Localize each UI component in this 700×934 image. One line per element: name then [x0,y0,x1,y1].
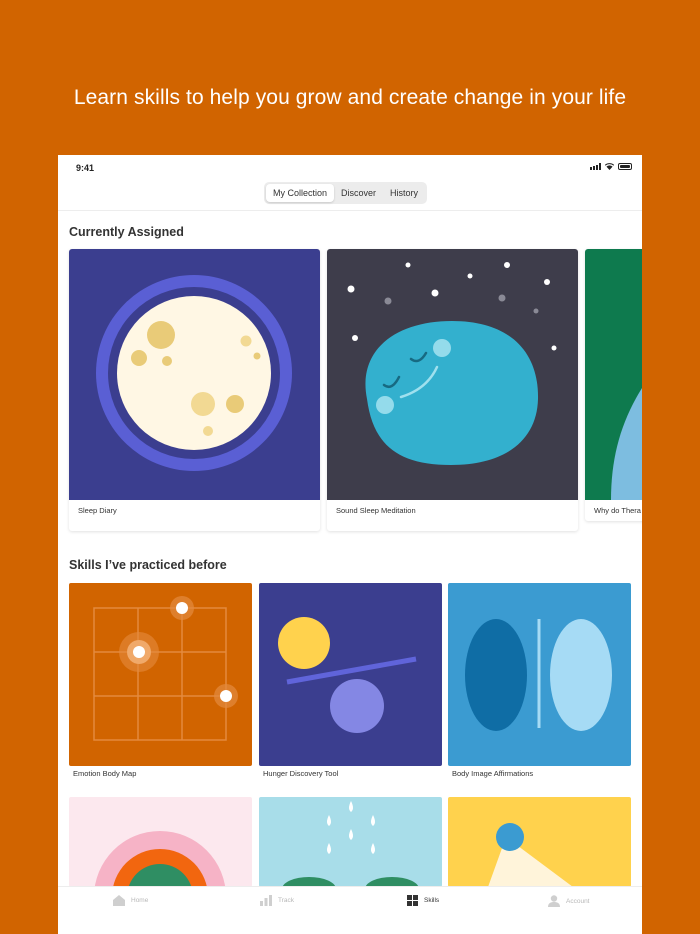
card-sound-sleep-meditation[interactable]: Sound Sleep Meditation [327,249,578,531]
skill-hunger-discovery-tool[interactable]: Hunger Discovery Tool [259,583,442,783]
rainbow-illustration [69,797,252,887]
tab-history[interactable]: History [383,184,425,202]
tab-my-collection[interactable]: My Collection [266,184,335,202]
tab-home[interactable]: Home [113,895,148,906]
skill-card[interactable] [69,797,252,887]
card-label: Sleep Diary [78,506,117,515]
therapy-illustration [585,249,642,500]
rain-illustration [259,797,442,887]
tab-label: Account [566,897,590,905]
battery-icon [618,163,632,170]
card-label: Why do Thera [594,506,641,515]
skill-label: Hunger Discovery Tool [263,769,339,778]
tab-label: Home [131,897,149,904]
mirror-illustration [448,583,631,766]
card-sleep-diary[interactable]: Sleep Diary [69,249,320,531]
tab-skills[interactable]: Skills [407,895,439,906]
skill-label: Emotion Body Map [73,769,137,778]
signal-icon [590,163,601,170]
balance-illustration [259,583,442,766]
tab-label: Skills [424,897,440,904]
skill-card[interactable] [448,797,631,887]
section-title-assigned: Currently Assigned [69,225,184,239]
wifi-icon [605,163,614,170]
card-why-do-therapy[interactable]: Why do Thera [585,249,642,521]
person-icon [548,895,560,907]
home-icon [113,895,125,906]
tab-discover[interactable]: Discover [334,184,383,202]
skill-card[interactable] [259,797,442,887]
tab-account[interactable]: Account [548,895,590,907]
app-screen: 9:41 My Collection Discover History Curr… [58,155,642,934]
sleeping-blob-illustration [327,249,578,500]
collection-segmented-control: My Collection Discover History [264,182,428,204]
status-bar: 9:41 [58,155,642,181]
status-time: 9:41 [76,163,95,173]
tab-label: Track [278,897,295,904]
status-icons [590,163,632,170]
chart-icon [260,895,272,906]
skill-body-image-affirmations[interactable]: Body Image Affirmations [448,583,631,783]
grid-icon [407,895,418,906]
bottom-tab-bar: Home Track Skills Account [58,886,642,934]
card-label: Sound Sleep Meditation [336,506,416,515]
sunbeam-illustration [448,797,631,887]
tab-track[interactable]: Track [260,895,294,906]
section-title-practiced: Skills I’ve practiced before [69,558,227,572]
moon-illustration [69,249,320,500]
skill-emotion-body-map[interactable]: Emotion Body Map [69,583,252,783]
headline: Learn skills to help you grow and create… [73,86,627,109]
skill-label: Body Image Affirmations [452,769,534,778]
divider [58,210,642,211]
emotion-grid-illustration [69,583,252,766]
